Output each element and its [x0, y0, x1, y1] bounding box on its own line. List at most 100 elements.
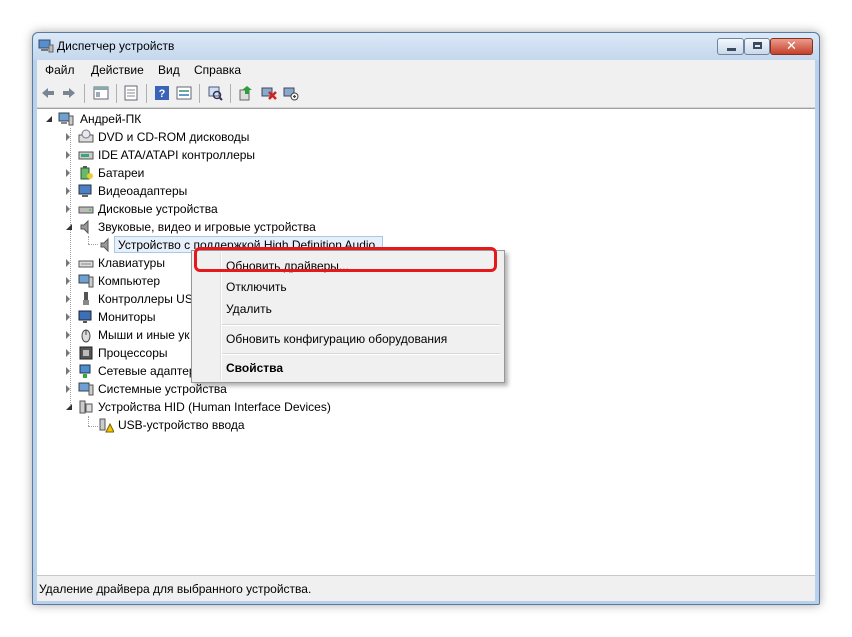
- red-highlight-frame: [194, 247, 497, 272]
- tree-item-dvd[interactable]: DVD и CD-ROM дисководы: [66, 128, 266, 146]
- tree-item-network[interactable]: Сетевые адаптер: [66, 362, 191, 380]
- tree-root-label: Андрей-ПК: [80, 112, 142, 126]
- usb-input-device-icon: [99, 418, 114, 433]
- back-icon[interactable]: [40, 85, 56, 101]
- tree-item-label: IDE ATA/ATAPI контроллеры: [98, 148, 256, 162]
- minimize-icon: [727, 48, 736, 51]
- close-icon: ✕: [786, 38, 797, 53]
- tree-item-label: Процессоры: [98, 346, 168, 360]
- status-bar: Удаление драйвера для выбранного устройс…: [37, 575, 815, 601]
- expand-arrow-icon[interactable]: [66, 169, 70, 177]
- disk-drive-icon: [78, 206, 94, 214]
- tree-item-label: Компьютер: [98, 274, 161, 288]
- tree-item-monitors[interactable]: Мониторы: [66, 308, 186, 326]
- expand-arrow-icon[interactable]: [66, 277, 70, 285]
- svg-text:?: ?: [159, 88, 166, 100]
- tree-item-usb-input[interactable]: USB-устройство ввода: [96, 416, 276, 434]
- expand-arrow-icon[interactable]: [66, 313, 70, 321]
- scan-hardware-icon[interactable]: [207, 85, 223, 101]
- tree-view-icon[interactable]: [93, 85, 109, 101]
- expand-arrow-icon[interactable]: [66, 205, 70, 213]
- tree-item-label: Системные устройства: [98, 382, 227, 396]
- keyboard-icon: [78, 260, 94, 268]
- expand-arrow-icon[interactable]: [66, 385, 70, 393]
- tree-item-label: Сетевые адаптер: [98, 364, 191, 378]
- minimize-button[interactable]: [717, 38, 744, 55]
- computer-icon: [78, 274, 94, 288]
- properties-icon[interactable]: [123, 85, 139, 101]
- title-bar[interactable]: Диспетчер устройств ✕: [33, 33, 819, 60]
- toolbar-separator: [116, 84, 117, 103]
- maximize-button[interactable]: [744, 38, 770, 55]
- menu-action[interactable]: Действие: [91, 63, 144, 77]
- tree-item-usb-controllers[interactable]: Контроллеры US: [66, 290, 191, 308]
- tree-item-keyboards[interactable]: Клавиатуры: [66, 254, 186, 272]
- menu-view[interactable]: Вид: [158, 63, 180, 77]
- expand-arrow-icon[interactable]: [66, 133, 70, 141]
- update-driver-icon[interactable]: [238, 85, 254, 101]
- close-button[interactable]: ✕: [770, 38, 813, 55]
- dvd-drive-icon: [78, 129, 94, 143]
- menu-bar: Файл Действие Вид Справка: [37, 60, 815, 80]
- menu-item-uninstall[interactable]: Удалить: [226, 302, 272, 316]
- expand-arrow-icon[interactable]: [66, 367, 70, 375]
- expand-arrow-icon[interactable]: [66, 187, 70, 195]
- expand-arrow-icon[interactable]: [46, 116, 52, 122]
- tree-item-processors[interactable]: Процессоры: [66, 344, 186, 362]
- processor-icon: [79, 346, 93, 360]
- tree-item-mice[interactable]: Мыши и иные ук: [66, 326, 191, 344]
- menu-file[interactable]: Файл: [45, 63, 75, 77]
- tree-item-label: Контроллеры US: [98, 292, 191, 306]
- help-icon[interactable]: ?: [154, 85, 170, 101]
- tree-item-label: Мыши и иные ук: [98, 328, 190, 342]
- system-device-icon: [78, 382, 94, 396]
- mouse-icon: [81, 329, 91, 343]
- menu-item-properties[interactable]: Свойства: [226, 361, 283, 375]
- tree-line: [88, 236, 89, 244]
- toolbar: ?: [37, 80, 815, 108]
- toolbar-separator: [84, 84, 85, 103]
- tree-item-label: USB-устройство ввода: [118, 418, 245, 432]
- tree-root[interactable]: Андрей-ПК: [46, 110, 196, 128]
- menu-gutter: [220, 253, 222, 380]
- tree-item-batteries[interactable]: Батареи: [66, 164, 186, 182]
- menu-item-disable[interactable]: Отключить: [226, 280, 287, 294]
- menu-separator: [222, 353, 500, 355]
- expand-arrow-icon[interactable]: [66, 295, 70, 303]
- display-adapter-icon: [78, 184, 92, 197]
- tree-item-sound[interactable]: Звуковые, видео и игровые устройства: [66, 218, 326, 236]
- expand-arrow-icon[interactable]: [66, 349, 70, 357]
- menu-item-scan-hardware[interactable]: Обновить конфигурацию оборудования: [226, 332, 447, 346]
- hid-device-icon: [79, 400, 93, 414]
- tree-item-video[interactable]: Видеоадаптеры: [66, 182, 206, 200]
- expand-arrow-icon[interactable]: [66, 224, 72, 230]
- battery-icon: [80, 166, 93, 180]
- toolbar-separator: [146, 84, 147, 103]
- tree-item-label: Клавиатуры: [98, 256, 165, 270]
- forward-icon[interactable]: [61, 85, 77, 101]
- expand-arrow-icon[interactable]: [66, 259, 70, 267]
- status-text: Удаление драйвера для выбранного устройс…: [39, 582, 312, 596]
- tree-item-computer[interactable]: Компьютер: [66, 272, 186, 290]
- enable-device-icon[interactable]: [283, 85, 299, 101]
- toolbar-separator: [199, 84, 200, 103]
- tree-item-label: Звуковые, видео и игровые устройства: [98, 220, 316, 234]
- tree-item-label: Батареи: [98, 166, 145, 180]
- tree-item-disks[interactable]: Дисковые устройства: [66, 200, 236, 218]
- menu-help[interactable]: Справка: [194, 63, 241, 77]
- tree-line: [88, 416, 89, 426]
- tree-item-ide[interactable]: IDE ATA/ATAPI контроллеры: [66, 146, 286, 164]
- speaker-icon: [100, 237, 109, 253]
- uninstall-icon[interactable]: [261, 85, 277, 101]
- computer-icon: [58, 112, 74, 126]
- toolbar-separator: [230, 84, 231, 103]
- expand-arrow-icon[interactable]: [66, 404, 72, 410]
- resources-view-icon[interactable]: [176, 85, 192, 101]
- maximize-icon: [753, 42, 762, 49]
- tree-item-label: Дисковые устройства: [98, 202, 218, 216]
- window-title: Диспетчер устройств: [57, 39, 175, 53]
- network-adapter-icon: [79, 364, 91, 378]
- expand-arrow-icon[interactable]: [66, 151, 70, 159]
- expand-arrow-icon[interactable]: [66, 331, 70, 339]
- tree-item-hid[interactable]: Устройства HID (Human Interface Devices): [66, 398, 346, 416]
